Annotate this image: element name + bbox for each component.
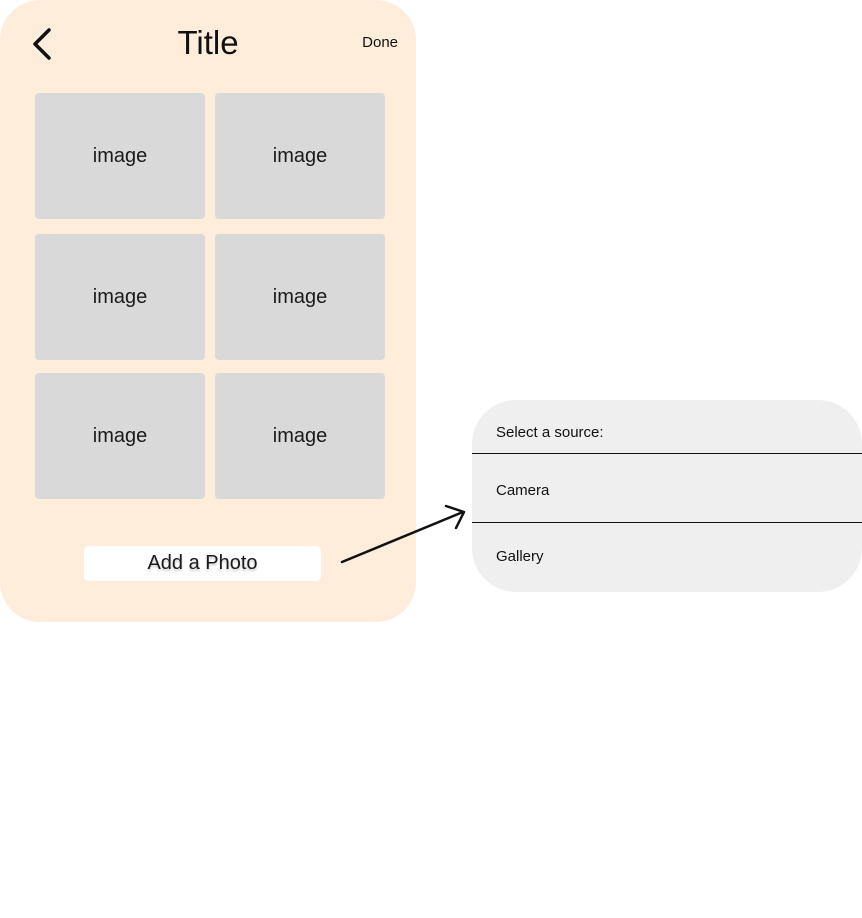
gallery-option-label: Gallery [496, 548, 544, 565]
image-tile[interactable]: image [215, 234, 385, 360]
gallery-option[interactable]: Gallery [472, 524, 862, 584]
image-tile[interactable]: image [215, 373, 385, 499]
divider [472, 453, 862, 454]
add-photo-button[interactable]: Add a Photo [84, 546, 321, 581]
flow-arrow [340, 504, 466, 564]
camera-option[interactable]: Camera [472, 462, 862, 522]
image-tile[interactable]: image [35, 373, 205, 499]
divider [472, 522, 862, 523]
image-tile[interactable]: image [35, 234, 205, 360]
image-tile[interactable]: image [215, 93, 385, 219]
done-button[interactable]: Done [362, 33, 398, 53]
camera-option-label: Camera [496, 482, 550, 499]
select-source-sheet: Select a source: Camera Gallery [472, 400, 862, 592]
page-title: Title [177, 24, 239, 61]
image-tile[interactable]: image [35, 93, 205, 219]
sheet-header: Select a source: [496, 424, 604, 441]
